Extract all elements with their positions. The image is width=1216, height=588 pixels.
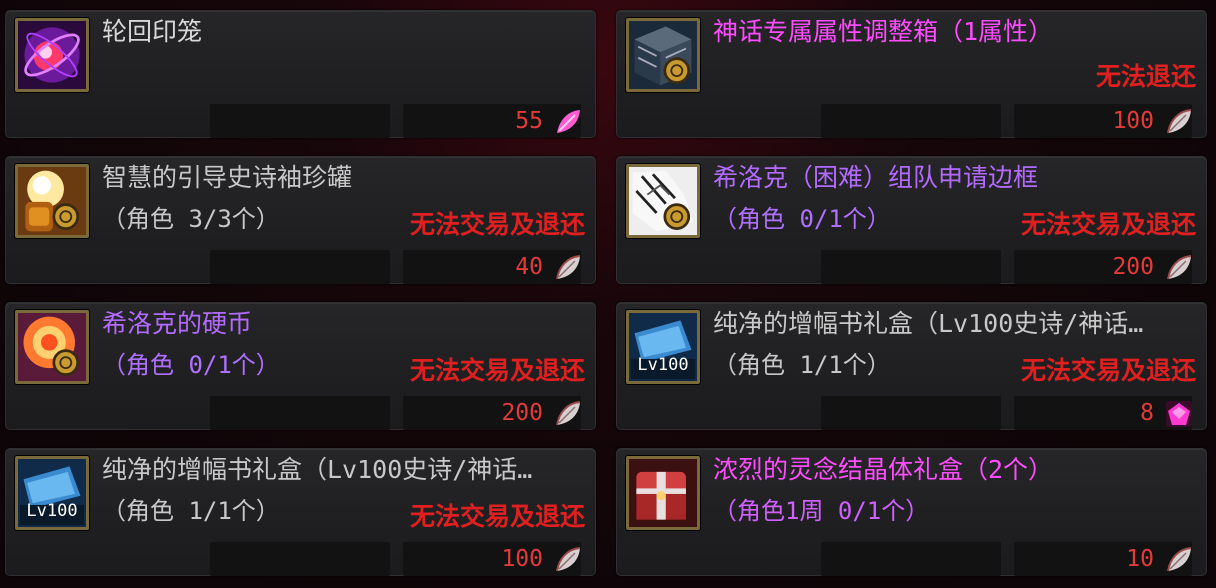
gray-feather-icon: [1164, 545, 1194, 575]
shop-item-card[interactable]: 浓烈的灵念结晶体礼盒（2个） （角色1周 0/1个） 10: [616, 448, 1207, 576]
price-value: 100: [501, 546, 543, 572]
empty-slot: [210, 104, 390, 138]
purchase-limit: （角色 0/1个）: [102, 351, 280, 379]
gray-feather-icon: [553, 253, 583, 283]
shop-item-card[interactable]: 轮回印笼 55: [5, 10, 596, 138]
item-name: 浓烈的灵念结晶体礼盒（2个）: [713, 455, 1054, 484]
price-value: 200: [501, 400, 543, 426]
shop-item-card[interactable]: 希洛克（困难）组队申请边框 （角色 0/1个） 无法交易及退还 200: [616, 156, 1207, 284]
pink-feather-icon: [553, 107, 583, 137]
empty-slot: [210, 250, 390, 284]
price-value: 8: [1140, 400, 1154, 426]
price-value: 40: [515, 254, 543, 280]
jar-icon[interactable]: [15, 164, 89, 238]
price-value: 55: [515, 108, 543, 134]
shop-item-card[interactable]: 智慧的引导史诗袖珍罐 （角色 3/3个） 无法交易及退还 40: [5, 156, 596, 284]
gray-feather-icon: [1164, 107, 1194, 137]
empty-slot: [821, 250, 1001, 284]
gray-feather-icon: [553, 399, 583, 429]
orb-icon[interactable]: [15, 18, 89, 92]
shop-item-card[interactable]: Lv100 纯净的增幅书礼盒（Lv100史诗/神话… （角色 1/1个） 无法交易及退…: [616, 302, 1207, 430]
empty-slot: [821, 104, 1001, 138]
price-value: 10: [1126, 546, 1154, 572]
item-name: 神话专属属性调整箱（1属性）: [713, 17, 1054, 46]
shop-item-card[interactable]: 神话专属属性调整箱（1属性） 无法退还 100: [616, 10, 1207, 138]
item-name: 轮回印笼: [102, 17, 203, 46]
item-name: 纯净的增幅书礼盒（Lv100史诗/神话…: [102, 455, 533, 484]
purchase-limit: （角色 3/3个）: [102, 205, 280, 233]
purchase-limit: （角色 1/1个）: [102, 497, 280, 525]
gray-feather-icon: [553, 545, 583, 575]
red-chest-icon[interactable]: [626, 456, 700, 530]
restriction-label: 无法交易及退还: [409, 356, 585, 385]
box-icon[interactable]: [626, 18, 700, 92]
shop-item-grid: 轮回印笼 55 神话专属属性调整箱（1属性） 无法退还 100 智慧的引导史诗袖珍罐 （角色…: [0, 0, 1216, 588]
shop-item-card[interactable]: 希洛克的硬币 （角色 0/1个） 无法交易及退还 200: [5, 302, 596, 430]
coin-icon[interactable]: [15, 310, 89, 384]
item-name: 智慧的引导史诗袖珍罐: [102, 163, 353, 192]
restriction-label: 无法退还: [1095, 62, 1196, 91]
pink-gem-icon: [1164, 399, 1194, 429]
item-name: 希洛克（困难）组队申请边框: [713, 163, 1039, 192]
price-value: 100: [1112, 108, 1154, 134]
icon-level-label: Lv100: [637, 355, 689, 375]
empty-slot: [210, 396, 390, 430]
gray-feather-icon: [1164, 253, 1194, 283]
restriction-label: 无法交易及退还: [1020, 356, 1196, 385]
empty-slot: [821, 542, 1001, 576]
gift-box-lv100-icon[interactable]: Lv100: [15, 456, 89, 530]
price-value: 200: [1112, 254, 1154, 280]
item-name: 希洛克的硬币: [102, 309, 253, 338]
item-name: 纯净的增幅书礼盒（Lv100史诗/神话…: [713, 309, 1144, 338]
purchase-limit: （角色1周 0/1个）: [713, 497, 930, 525]
restriction-label: 无法交易及退还: [1020, 210, 1196, 239]
empty-slot: [210, 542, 390, 576]
icon-level-label: Lv100: [26, 501, 78, 521]
shop-item-card[interactable]: Lv100 纯净的增幅书礼盒（Lv100史诗/神话… （角色 1/1个） 无法交易及退…: [5, 448, 596, 576]
restriction-label: 无法交易及退还: [409, 210, 585, 239]
empty-slot: [821, 396, 1001, 430]
restriction-label: 无法交易及退还: [409, 502, 585, 531]
purchase-limit: （角色 0/1个）: [713, 205, 891, 233]
frame-icon[interactable]: [626, 164, 700, 238]
gift-box-lv100-icon[interactable]: Lv100: [626, 310, 700, 384]
purchase-limit: （角色 1/1个）: [713, 351, 891, 379]
